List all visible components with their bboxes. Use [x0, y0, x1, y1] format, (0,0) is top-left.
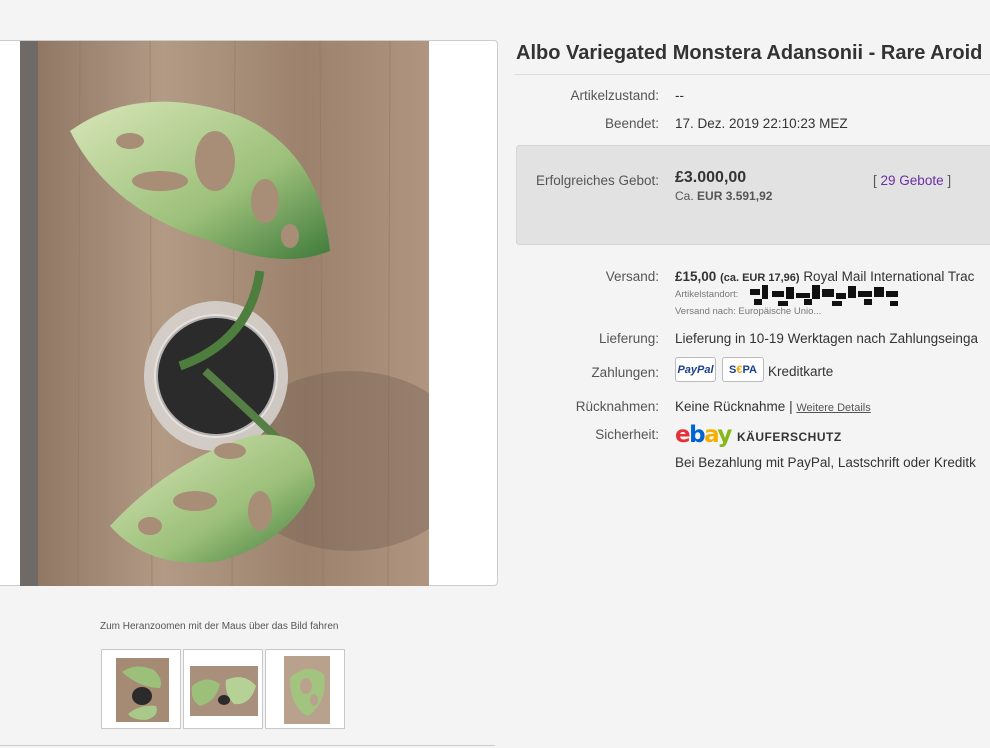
thumbnail-3-image	[284, 656, 330, 724]
bids-open-bracket: [	[873, 173, 877, 188]
title-divider	[514, 74, 990, 75]
ended-value: 17. Dez. 2019 22:10:23 MEZ	[675, 116, 848, 131]
main-image-frame[interactable]	[0, 40, 498, 586]
thumbnail-1-image	[116, 658, 169, 722]
winning-bid-price: £3.000,00	[675, 169, 747, 186]
bid-history-link[interactable]: 29 Gebote	[881, 173, 944, 188]
security-label: Sicherheit:	[595, 427, 659, 442]
main-product-photo[interactable]	[20, 41, 429, 586]
delivery-label: Lieferung:	[598, 331, 659, 346]
returns-value: Keine Rücknahme |	[675, 399, 793, 414]
ebay-logo-y: y	[717, 422, 732, 448]
sepa-badge: S € PA	[722, 357, 764, 382]
ebay-logo: ebay	[675, 422, 732, 448]
zoom-hint: Zum Heranzoomen mit der Maus über das Bi…	[100, 621, 339, 632]
condition-label: Artikelzustand:	[570, 88, 659, 103]
thumbnail-2[interactable]	[183, 649, 263, 729]
returns-label: Rücknahmen:	[575, 399, 659, 414]
paypal-badge: PayPal	[675, 357, 716, 382]
sepa-pa: PA	[742, 363, 757, 376]
shipping-service: Royal Mail International Trac	[803, 269, 975, 284]
shipping-price: £15,00	[675, 269, 717, 284]
winning-bid-label: Erfolgreiches Gebot:	[535, 173, 659, 188]
item-title: Albo Variegated Monstera Adansonii - Rar…	[516, 42, 983, 64]
winning-bid-converted: Ca. EUR 3.591,92	[675, 189, 772, 203]
payments-label: Zahlungen:	[591, 365, 659, 380]
ships-to: Versand nach: Europäische Unio...	[675, 306, 822, 317]
buyer-protection-label: KÄUFERSCHUTZ	[737, 430, 842, 444]
ebay-logo-e: e	[675, 422, 691, 448]
conv-prefix: Ca.	[675, 189, 694, 203]
conv-value: EUR 3.591,92	[697, 189, 773, 203]
ebay-logo-a: a	[704, 422, 719, 448]
sepa-s: S	[729, 363, 737, 376]
item-location-label: Artikelstandort:	[675, 289, 739, 300]
ebay-logo-b: b	[689, 422, 705, 448]
thumbnail-3[interactable]	[265, 649, 345, 729]
returns-value-row: Keine Rücknahme | Weitere Details	[675, 399, 871, 414]
thumbnail-1[interactable]	[101, 649, 181, 729]
condition-value: --	[675, 88, 684, 103]
divider	[0, 745, 495, 746]
shipping-value: £15,00 (ca. EUR 17,96) Royal Mail Intern…	[675, 269, 974, 284]
delivery-value: Lieferung in 10-19 Werktagen nach Zahlun…	[675, 331, 978, 346]
returns-details-link[interactable]: Weitere Details	[796, 402, 870, 414]
bids-close-bracket: ]	[947, 173, 952, 188]
security-note: Bei Bezahlung mit PayPal, Lastschrift od…	[675, 455, 976, 470]
credit-card-text: Kreditkarte	[768, 364, 834, 379]
shipping-label: Versand:	[605, 269, 659, 284]
thumbnail-2-image	[190, 666, 258, 716]
ended-label: Beendet:	[604, 116, 659, 131]
bid-count: [ 29 Gebote ]	[873, 173, 951, 188]
